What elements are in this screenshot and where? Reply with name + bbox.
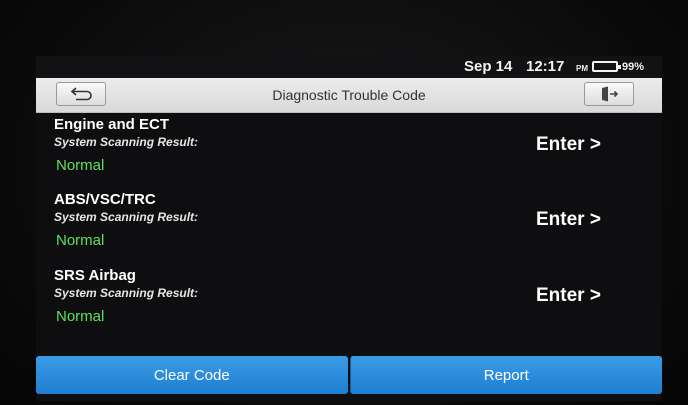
page-title: Diagnostic Trouble Code xyxy=(272,87,426,103)
status-time: 12:17 xyxy=(526,58,565,75)
system-name: SRS Airbag xyxy=(54,267,136,284)
device-screen: Sep 14 12:17 PM 99% Diagnostic Trouble C… xyxy=(36,56,662,401)
system-status: Normal xyxy=(56,308,105,325)
system-subtitle: System Scanning Result: xyxy=(54,286,199,300)
exit-door-icon xyxy=(602,86,619,102)
battery-icon xyxy=(592,61,621,72)
bottom-action-bar: Clear Code Report xyxy=(36,356,662,396)
system-status: Normal xyxy=(56,157,105,174)
status-date: Sep 14 xyxy=(464,58,513,75)
system-subtitle: System Scanning Result: xyxy=(54,210,199,224)
system-subtitle: System Scanning Result: xyxy=(54,135,199,149)
status-ampm: PM xyxy=(576,64,588,73)
clear-code-button[interactable]: Clear Code xyxy=(36,356,348,394)
system-name: ABS/VSC/TRC xyxy=(54,191,156,208)
list-item-engine-ect: Engine and ECT System Scanning Result: N… xyxy=(36,116,662,191)
battery-percent: 99% xyxy=(622,61,645,73)
status-bar: Sep 14 12:17 PM 99% xyxy=(36,56,662,78)
enter-button-srs-airbag[interactable]: Enter > xyxy=(536,285,601,307)
report-button[interactable]: Report xyxy=(349,356,662,394)
system-name: Engine and ECT xyxy=(54,116,170,133)
list-item-srs-airbag: SRS Airbag System Scanning Result: Norma… xyxy=(36,267,662,342)
list-item-abs-vsc-trc: ABS/VSC/TRC System Scanning Result: Norm… xyxy=(36,191,662,266)
enter-button-abs-vsc-trc[interactable]: Enter > xyxy=(536,209,601,231)
enter-button-engine-ect[interactable]: Enter > xyxy=(536,134,601,156)
system-status: Normal xyxy=(56,232,105,249)
exit-button[interactable] xyxy=(584,82,634,106)
title-bar: Diagnostic Trouble Code xyxy=(36,78,662,113)
